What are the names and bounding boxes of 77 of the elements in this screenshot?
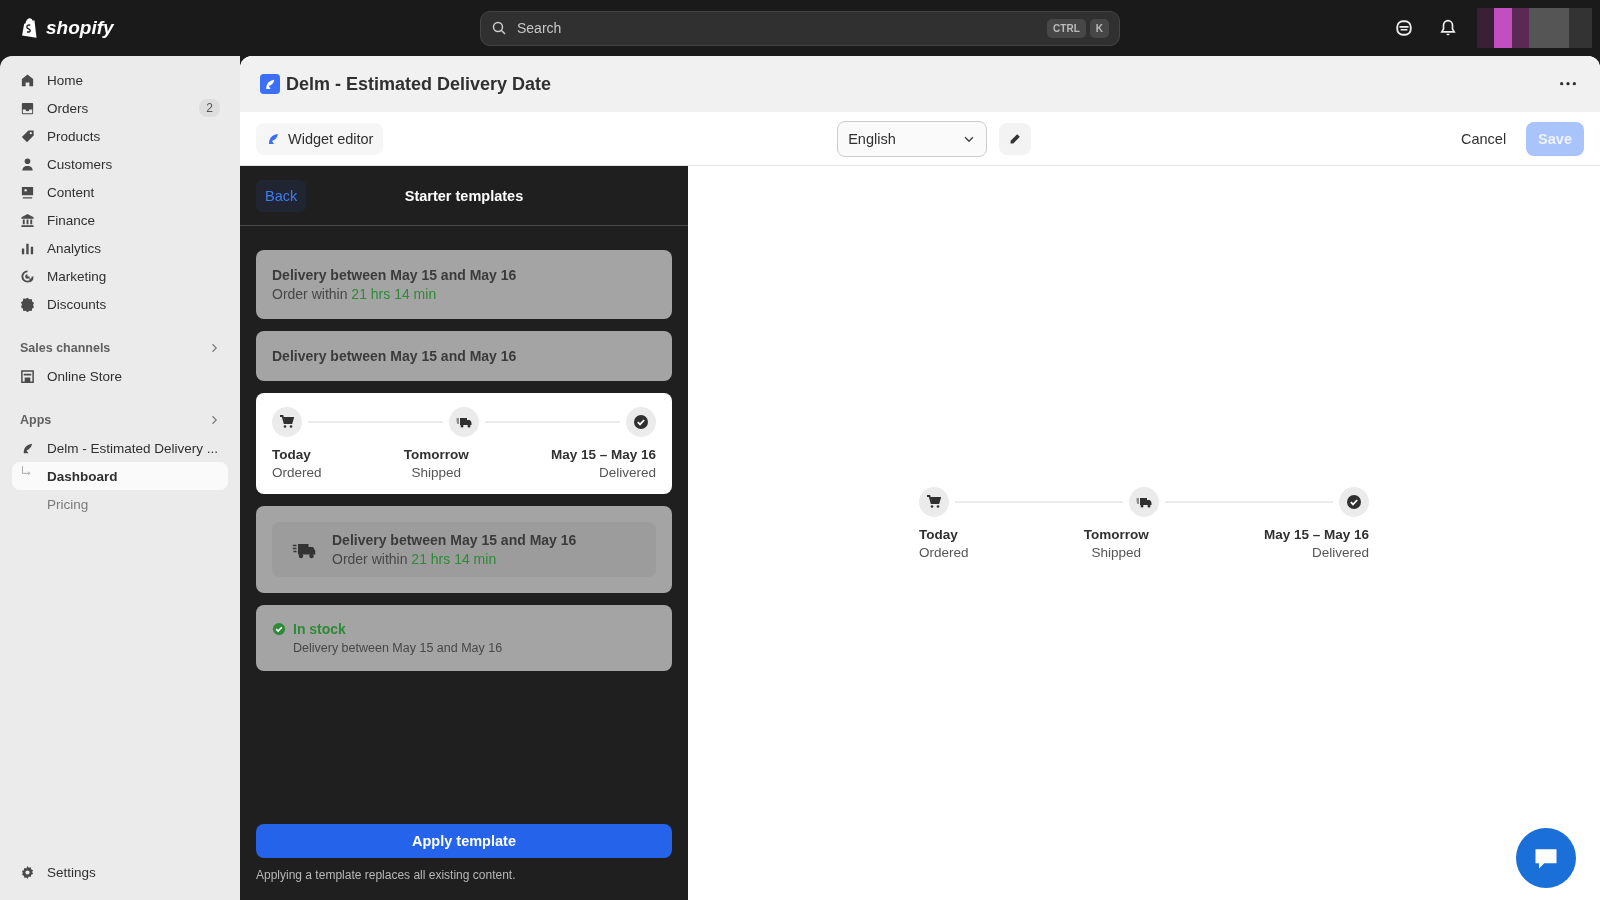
- template-card[interactable]: Today Ordered Tomorrow Shipped May 15 – May 16 Delivered: [256, 393, 672, 494]
- edit-button[interactable]: [999, 122, 1032, 155]
- person-icon: [20, 156, 35, 172]
- nav-item[interactable]: Analytics: [12, 234, 228, 262]
- nav-item[interactable]: Online Store: [12, 362, 228, 390]
- step-date: May 15 – May 16: [1263, 526, 1369, 542]
- step-label: Shipped: [411, 465, 461, 480]
- template-title: Delivery between May 15 and May 16: [332, 532, 577, 548]
- helper-text: Applying a template replaces all existing content.: [256, 868, 517, 882]
- template-card[interactable]: Delivery between May 15 and May 16: [256, 331, 672, 381]
- template-title: Delivery between May 15 and May 16: [272, 348, 518, 364]
- template-subtitle: Order within 21 hrs 14 min: [332, 551, 498, 567]
- cancel-button[interactable]: Cancel: [1454, 129, 1513, 148]
- step-date: May 15 – May 16: [550, 447, 656, 462]
- settings-icon: [20, 864, 35, 880]
- step-label: Delivered: [1311, 544, 1369, 560]
- keyboard-key: K: [1089, 18, 1109, 38]
- inbox-icon: [20, 100, 35, 116]
- language-select[interactable]: English: [837, 120, 988, 157]
- cart-icon: [926, 493, 942, 510]
- step-date: Tomorrow: [403, 447, 469, 462]
- store-icon: [20, 368, 35, 384]
- step-label: Delivered: [598, 465, 656, 480]
- check-circle-icon: [633, 414, 649, 430]
- template-card[interactable]: Delivery between May 15 and May 16 Order within 21 hrs 14 min: [256, 506, 672, 593]
- apply-template-button[interactable]: Apply template: [256, 824, 672, 858]
- back-button[interactable]: Back: [256, 179, 307, 212]
- logo-text: shopify: [46, 17, 114, 39]
- template-subtitle: Order within 21 hrs 14 min: [272, 286, 438, 302]
- check-circle-icon: [272, 622, 286, 636]
- nav-item[interactable]: Dashboard: [12, 462, 228, 490]
- nav-item[interactable]: Finance: [12, 206, 228, 234]
- template-card[interactable]: In stock Delivery between May 15 and May 16: [256, 605, 672, 671]
- monitor-icon: [20, 184, 35, 200]
- app-logo-icon: [260, 74, 280, 94]
- more-icon: [1560, 82, 1576, 86]
- search-input[interactable]: Search: [515, 19, 1040, 37]
- bell-icon: [1439, 19, 1457, 37]
- template-subtitle: Delivery between May 15 and May 16: [293, 641, 504, 655]
- step-date: Today: [919, 526, 959, 542]
- step-label: Ordered: [272, 465, 322, 480]
- search-icon: [491, 20, 507, 36]
- section-header[interactable]: Sales channels: [12, 334, 228, 362]
- pencil-icon: [1008, 131, 1023, 146]
- section-header[interactable]: Apps: [12, 406, 228, 434]
- nav-item[interactable]: Pricing: [12, 490, 228, 518]
- search-bar[interactable]: Search CTRL K: [480, 10, 1120, 46]
- panel-title: Starter templates: [403, 187, 525, 204]
- nav-item[interactable]: Home: [12, 66, 228, 94]
- check-circle-icon: [1346, 493, 1362, 510]
- page-title: Delm - Estimated Delivery Date: [286, 73, 552, 95]
- step-label: Shipped: [1091, 544, 1141, 560]
- template-title: Delivery between May 15 and May 16: [272, 267, 518, 283]
- section-title: Sales channels: [20, 341, 111, 355]
- step-date: Today: [272, 447, 312, 462]
- cart-icon: [279, 414, 295, 430]
- nav-item[interactable]: Delm - Estimated Delivery ...: [12, 434, 228, 462]
- nav-item[interactable]: Discounts: [12, 290, 228, 318]
- chat-button[interactable]: [1516, 828, 1576, 888]
- widget-editor-button[interactable]: Widget editor: [256, 122, 384, 155]
- keyboard-key: CTRL: [1047, 18, 1086, 38]
- step-date: Tomorrow: [1083, 526, 1149, 542]
- pixelated-account-block[interactable]: [1477, 8, 1592, 48]
- nav-item[interactable]: Customers: [12, 150, 228, 178]
- stock-status: In stock: [293, 621, 346, 637]
- nav-item[interactable]: Content: [12, 178, 228, 206]
- home-icon: [20, 72, 35, 88]
- step-label: Ordered: [919, 544, 969, 560]
- tag-icon: [20, 128, 35, 144]
- bank-icon: [20, 212, 35, 228]
- count-badge: 2: [199, 99, 220, 117]
- section-title: Apps: [20, 413, 52, 427]
- template-card[interactable]: Delivery between May 15 and May 16 Order within 21 hrs 14 min: [256, 250, 672, 319]
- nav-item[interactable]: Products: [12, 122, 228, 150]
- nav-item[interactable]: Orders 2: [12, 94, 228, 122]
- nav-item[interactable]: Marketing: [12, 262, 228, 290]
- settings-link[interactable]: Settings: [12, 858, 228, 886]
